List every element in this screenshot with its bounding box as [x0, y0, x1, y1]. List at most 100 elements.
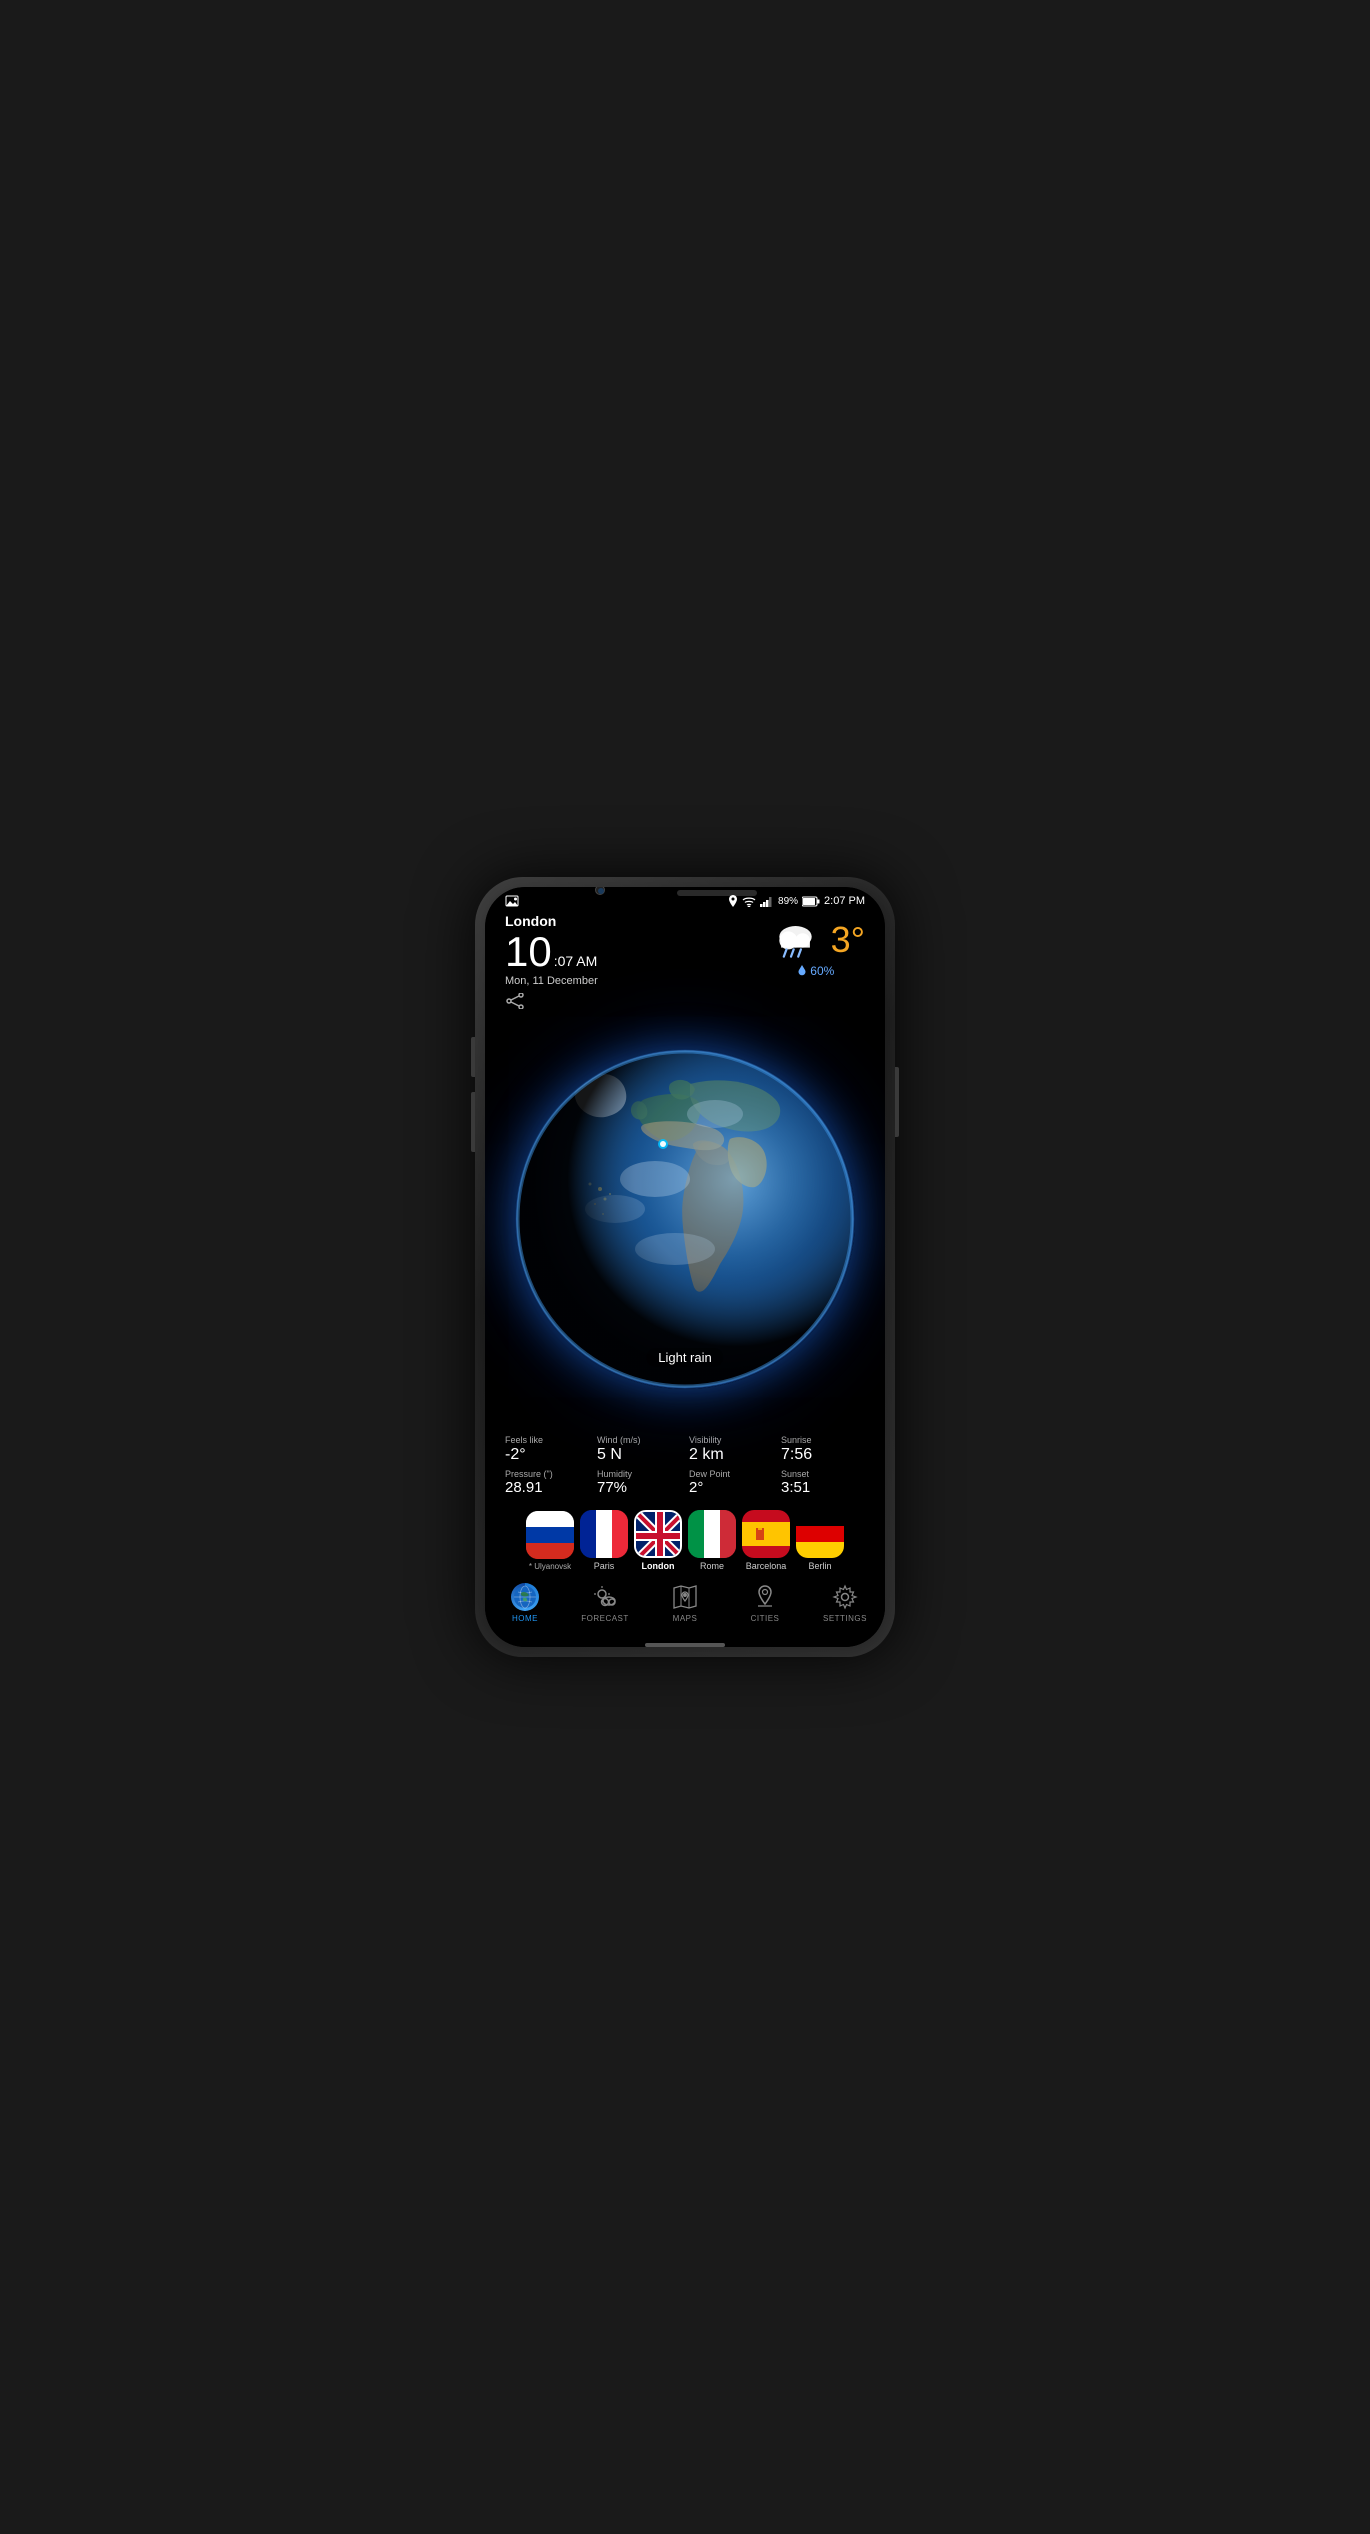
status-left	[505, 895, 519, 907]
forecast-icon	[592, 1584, 618, 1610]
wind-value: 5 N	[597, 1446, 641, 1464]
feels-like-value: -2°	[505, 1446, 553, 1464]
visibility-value: 2 km	[689, 1446, 730, 1464]
sunset-value: 3:51	[781, 1480, 812, 1497]
italy-flag-svg	[688, 1510, 736, 1558]
humidity-label: Humidity	[597, 1469, 641, 1479]
signal-icon	[760, 896, 774, 907]
pressure-label: Pressure (")	[505, 1469, 553, 1479]
city-label-barcelona: Barcelona	[746, 1561, 787, 1571]
weather-details: Feels like -2° Pressure (") 28.91 Wind (…	[485, 1427, 885, 1504]
maps-icon	[672, 1584, 698, 1610]
home-earth-svg	[513, 1585, 537, 1609]
volume-up-button[interactable]	[471, 1037, 475, 1077]
phone-screen: 89% 2:07 PM London 10 :07 AM	[485, 887, 885, 1647]
dew-point-label: Dew Point	[689, 1469, 730, 1479]
flag-ulyanovsk	[526, 1511, 574, 1559]
home-globe-icon	[511, 1583, 539, 1611]
cities-row: * Ulyanovsk Paris	[485, 1504, 885, 1577]
temperature: 3°	[831, 919, 865, 961]
city-item-london[interactable]: London	[634, 1510, 682, 1571]
sunrise-label: Sunrise	[781, 1435, 812, 1445]
sunset-label: Sunset	[781, 1469, 812, 1479]
status-time: 2:07 PM	[824, 895, 865, 907]
city-label-paris: Paris	[594, 1561, 615, 1571]
power-button[interactable]	[895, 1067, 899, 1137]
nav-cities[interactable]: CITIES	[735, 1583, 795, 1623]
rain-drop-icon	[798, 965, 806, 977]
date-display: Mon, 11 December	[505, 975, 598, 987]
settings-nav-icon-container	[831, 1583, 859, 1611]
status-right: 89% 2:07 PM	[728, 895, 865, 907]
flag-rome	[688, 1510, 736, 1558]
weather-icon-area: 3°	[768, 917, 865, 962]
gallery-icon	[505, 895, 519, 907]
battery-icon	[802, 896, 820, 907]
pressure-value: 28.91	[505, 1480, 553, 1497]
precipitation: 60%	[810, 964, 834, 978]
time-big: 10	[505, 931, 552, 973]
screen-content: 89% 2:07 PM London 10 :07 AM	[485, 887, 885, 1647]
city-item-rome[interactable]: Rome	[688, 1510, 736, 1571]
flag-paris	[580, 1510, 628, 1558]
nav-maps[interactable]: MAPS	[655, 1583, 715, 1623]
share-icon[interactable]	[505, 993, 598, 1012]
flag-barcelona	[742, 1510, 790, 1558]
nav-forecast[interactable]: FORECAST	[575, 1583, 635, 1623]
battery-percentage: 89%	[778, 896, 798, 907]
city-label-london: London	[642, 1561, 675, 1571]
city-label-ulyanovsk: * Ulyanovsk	[529, 1562, 571, 1571]
wind-label: Wind (m/s)	[597, 1435, 641, 1445]
flag-london	[634, 1510, 682, 1558]
city-item-berlin[interactable]: Berlin	[796, 1510, 844, 1571]
bottom-bar-indicator	[645, 1643, 725, 1647]
city-item-barcelona[interactable]: Barcelona	[742, 1510, 790, 1571]
city-label-rome: Rome	[700, 1561, 724, 1571]
russia-flag-svg	[526, 1511, 574, 1559]
dew-point-value: 2°	[689, 1480, 730, 1497]
uk-flag-svg	[636, 1512, 682, 1558]
cities-nav-icon-container	[751, 1583, 779, 1611]
city-item-ulyanovsk[interactable]: * Ulyanovsk	[526, 1511, 574, 1571]
forecast-nav-icon-container	[591, 1583, 619, 1611]
weather-condition-label: Light rain	[646, 1348, 723, 1367]
weather-right: 3° 60%	[768, 913, 865, 978]
city-name: London	[505, 913, 598, 929]
feels-like-section: Feels like -2° Pressure (") 28.91	[501, 1433, 593, 1498]
weather-header: London 10 :07 AM Mon, 11 December	[485, 911, 885, 1012]
bottom-navigation: HOME	[485, 1577, 885, 1639]
location-time: London 10 :07 AM Mon, 11 December	[505, 913, 598, 1012]
volume-down-button[interactable]	[471, 1092, 475, 1152]
globe-container: Light rain	[485, 1012, 885, 1427]
nav-maps-label: MAPS	[673, 1614, 698, 1623]
sunrise-section: Sunrise 7:56 Sunset 3:51	[777, 1433, 869, 1498]
nav-settings-label: SETTINGS	[823, 1614, 867, 1623]
globe-svg	[515, 1049, 855, 1389]
location-icon	[728, 895, 738, 907]
phone-frame: 89% 2:07 PM London 10 :07 AM	[475, 877, 895, 1657]
feels-like-label: Feels like	[505, 1435, 553, 1445]
time-display: 10 :07 AM	[505, 931, 598, 973]
wind-section: Wind (m/s) 5 N Humidity 77%	[593, 1433, 685, 1498]
spain-flag-svg	[742, 1510, 790, 1558]
city-label-berlin: Berlin	[808, 1561, 831, 1571]
cloud-rain-icon	[768, 917, 823, 962]
precipitation-row: 60%	[798, 964, 834, 978]
nav-settings[interactable]: SETTINGS	[815, 1583, 875, 1623]
maps-nav-icon-container	[671, 1583, 699, 1611]
humidity-value: 77%	[597, 1480, 641, 1497]
wifi-icon	[742, 896, 756, 907]
germany-flag-svg	[796, 1510, 844, 1558]
time-small: :07 AM	[554, 953, 598, 969]
city-item-paris[interactable]: Paris	[580, 1510, 628, 1571]
status-bar: 89% 2:07 PM	[485, 887, 885, 911]
cities-icon	[752, 1584, 778, 1610]
visibility-label: Visibility	[689, 1435, 730, 1445]
nav-home-label: HOME	[512, 1614, 538, 1623]
france-flag-svg	[580, 1510, 628, 1558]
nav-home[interactable]: HOME	[495, 1583, 555, 1623]
earth-globe[interactable]: Light rain	[515, 1049, 855, 1389]
nav-forecast-label: FORECAST	[581, 1614, 629, 1623]
settings-icon	[832, 1584, 858, 1610]
nav-cities-label: CITIES	[751, 1614, 780, 1623]
